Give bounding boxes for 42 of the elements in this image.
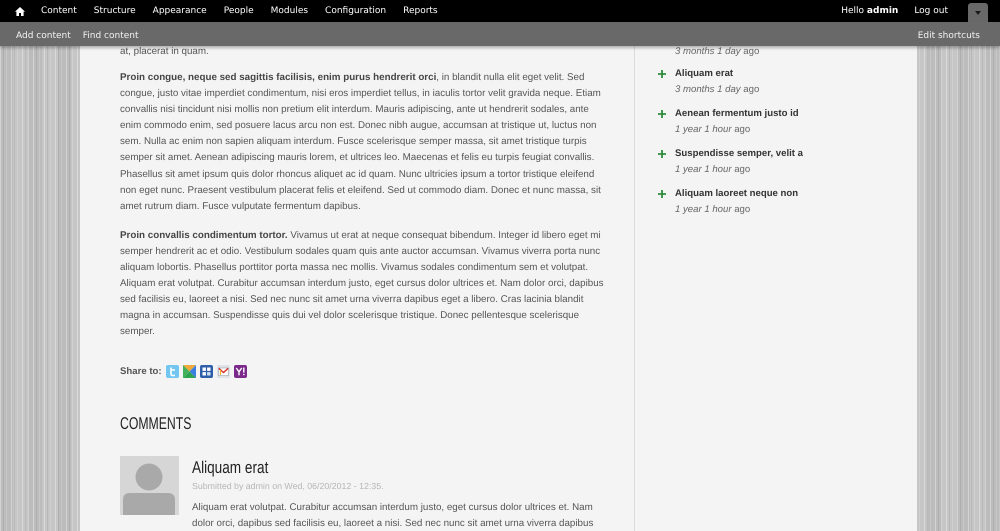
y-tile-icon[interactable]	[234, 365, 247, 378]
comment-age-text: 3 months 1 day ago	[675, 83, 760, 97]
edit-shortcuts-link[interactable]: Edit shortcuts	[918, 30, 980, 40]
comment-age-text: 1 year 1 hour ago	[675, 203, 752, 217]
menu-link[interactable]: Reports	[403, 5, 438, 17]
paragraph-text: Proin congue, neque sed sagittis facilisis, enim purus hendrerit orci, in blandit nulla elit eget velit. Sed congue, justo vitae imperdiet condimentum, nisi eros imperdiet tellus, in iaculis tortor velit gravida neque. Etiam convallis nisi tincidunt nisi mollis non pretium elit interdum. Mauris adipiscing, ante ut hendrerit sodales, ante enim commodo enim, sed posuere lacus arcu non est. Donec nibh augue, accumsan at tristique ut, luctus non sem. Nulla ac enim non sapien aliquam interdum. Fusce scelerisque semper massa, sit amet tristique turpis semper sit amet. Aenean adipiscing mauris lorem, et ultrices leo. Maecenas et felis eu turpis feugiat convallis. Phasellus sit amet ipsum quis dolor rhoncus aliquet ac id quam. Nunc ultricies ipsum a tortor tristique eleifend non eget nunc. Praesent vestibulum placerat felis et eleifend. Sed ut commodo diam. Donec et nunc massa, sit amet rutrum diam. Fusce vulputate fermentum dapibus.	[120, 71, 602, 214]
avatar-silhouette-icon	[120, 456, 179, 514]
greeting-text: Hello admin	[841, 6, 898, 16]
menu-link[interactable]: Modules	[270, 5, 308, 17]
envelope-icon[interactable]	[216, 365, 230, 378]
paragraph-text: at, placerat in quam.	[120, 46, 210, 58]
shortcuts-toggle-button[interactable]	[968, 3, 988, 22]
recent-comment-link[interactable]: Aliquam laoreet neque non	[675, 186, 917, 202]
recent-comment-link[interactable]: Suspendisse semper, velit a	[675, 146, 917, 162]
menu-link[interactable]: Appearance	[152, 5, 207, 17]
comment-age-text: 1 year 1 hour ago	[675, 123, 752, 137]
caret-icon	[975, 10, 981, 14]
comment-text: Aliquam erat volutpat. Curabitur accumsan interdum justo, eget cursus dolor ultrices et. Nam dolor orci, dapibus sed facilisis eu, laoreet a nisi. Sed nec nunc sit amet urna viverra dapibus	[192, 500, 594, 530]
recent-comment-link[interactable]: Aenean fermentum justo id	[675, 106, 917, 122]
paragraph-text: Proin convallis condimentum tortor. Vivamus ut erat at neque consequat bibendum. Integer id libero eget mi semper hendrerit ac et odio. Vestibulum sodales quam quis ante auctor accumsan. Vivamus viverra porta nunc aliquam lobortis. Phasellus porttitor porta massa nec mollis. Vivamus sodales condimentum sem et volutpat. Aliquam erat volutpat. Curabitur accumsan interdum justo, eget cursus dolor ultrices et. Nam dolor orci, dapibus sed facilisis eu, laoreet a nisi. Sed nec nunc sit amet urna viverra dapibus eget a libero. Cras lacinia blandit magna in accumsan. Suspendisse quis dui vel dolor scelerisque tristique. Donec pellentesque scelerisque semper.	[120, 228, 605, 340]
comment-meta: Submitted by admin on Wed, 06/20/2012 - 12:35.	[192, 480, 384, 492]
share-label: Share to:	[120, 364, 162, 378]
comment-age-text: 3 months 1 day ago	[675, 46, 760, 58]
plus-icon	[658, 110, 666, 118]
comments-heading: COMMENTS	[120, 414, 192, 432]
comment-age-text: 1 year 1 hour ago	[675, 163, 752, 177]
menu-link[interactable]: Structure	[94, 5, 136, 17]
menu-link[interactable]: People	[224, 5, 254, 17]
t-tile-icon[interactable]	[166, 365, 179, 378]
plus-icon	[658, 190, 666, 198]
triangles-icon[interactable]	[182, 365, 196, 378]
recent-comment-link[interactable]: Aliquam erat	[675, 66, 917, 82]
menu-link[interactable]: Content	[41, 5, 77, 17]
shortcut-link[interactable]: Add content	[16, 30, 71, 40]
shortcut-link[interactable]: Find content	[82, 30, 139, 40]
menu-link[interactable]: Configuration	[325, 5, 386, 17]
comment-title[interactable]: Aliquam erat	[192, 460, 268, 476]
home-icon[interactable]	[15, 6, 25, 16]
plus-icon	[658, 150, 666, 158]
plus-icon	[658, 70, 666, 78]
squares-icon[interactable]	[200, 365, 213, 378]
logout-link[interactable]: Log out	[914, 6, 948, 16]
